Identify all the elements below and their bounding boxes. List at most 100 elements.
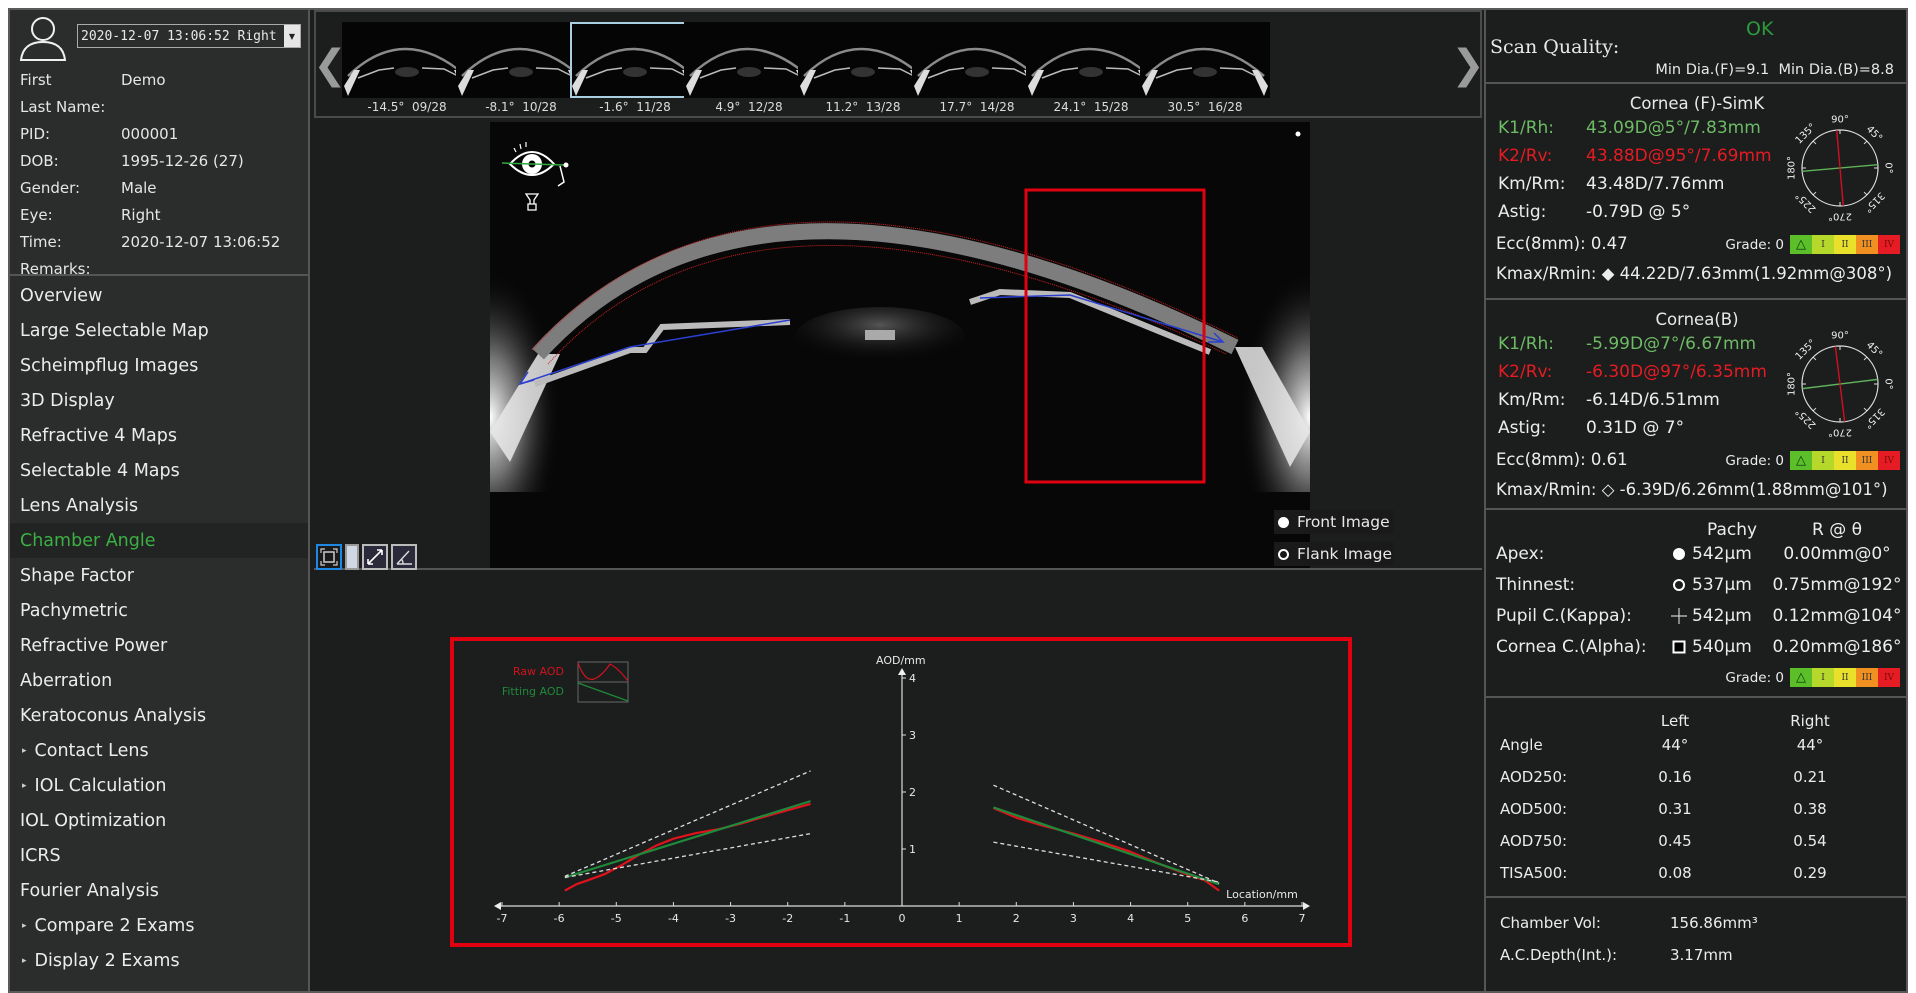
scheimpflug-image[interactable]: [490, 122, 1310, 568]
thumbnail[interactable]: 11.2° 13/28: [798, 22, 928, 114]
sidebar-item-label: 3D Display: [20, 390, 115, 411]
measure-distance-button[interactable]: [362, 544, 388, 570]
thumbnail[interactable]: 30.5° 16/28: [1140, 22, 1270, 114]
expand-arrow-icon: ▸: [22, 745, 27, 756]
exam-selector-dropdown[interactable]: 2020-12-07 13:06:52 Right ▼: [77, 24, 301, 48]
kmax-label: Kmax/Rmin:: [1496, 264, 1597, 283]
thumbnail[interactable]: -1.6° 11/28: [570, 22, 700, 114]
patient-field: First Demo: [20, 66, 306, 93]
sidebar-item-label: Display 2 Exams: [34, 950, 180, 971]
angle-row: AOD250: 0.16 0.21: [1500, 768, 1900, 786]
sidebar-item-shape-factor[interactable]: Shape Factor: [10, 558, 308, 593]
patient-field: Eye: Right: [20, 201, 306, 228]
chamber-angle-section: Left Right Angle 44° 44° AOD250: 0.16 0.21 AOD…: [1486, 698, 1908, 898]
sidebar-item-chamber-angle[interactable]: Chamber Angle: [10, 523, 308, 558]
k1-value: -5.99D@7°/6.67mm: [1586, 334, 1757, 354]
exam-selector-value: 2020-12-07 13:06:52 Right: [81, 28, 277, 44]
cornea-title: Cornea(B): [1655, 310, 1739, 329]
sidebar-item-selectable-4-maps[interactable]: Selectable 4 Maps: [10, 453, 308, 488]
fit-view-button[interactable]: [316, 544, 342, 570]
x-tick-label: -1: [839, 912, 850, 925]
sidebar-item-pachymetric[interactable]: Pachymetric: [10, 593, 308, 628]
scan-quality-label: Scan Quality:: [1490, 36, 1620, 58]
flank-image-radio[interactable]: Flank Image: [1274, 542, 1394, 566]
measure-angle-button[interactable]: [391, 544, 417, 570]
angle-left-value: 44°: [1661, 736, 1689, 754]
scheimpflug-thumbnail-strip: ❮ -14.5° 09/28 -8.1° 10/28 -1.6° 11/28 4.9°…: [313, 10, 1485, 118]
x-tick-label: -3: [725, 912, 736, 925]
pachy-value: 540µm: [1692, 637, 1752, 657]
series-line-lower-bound-right: [993, 841, 1220, 883]
pachy-row: Thinnest: 537µm 0.75mm@192°: [1496, 575, 1906, 595]
sidebar-item-icrs[interactable]: ICRS: [10, 838, 308, 873]
r-theta-header: R @ θ: [1811, 520, 1863, 540]
series-line-upper-bound-right: [993, 784, 1220, 884]
thumbnail[interactable]: 17.7° 14/28: [912, 22, 1042, 114]
pachy-row: Pupil C.(Kappa): 542µm 0.12mm@104°: [1496, 606, 1906, 626]
astig-row: Astig: 0.31D @ 7°: [1498, 418, 1684, 438]
chamber-volume-section: Chamber Vol: 156.86mm³ A.C.Depth(Int.): …: [1486, 898, 1908, 991]
dial-label: 0°: [1883, 162, 1894, 173]
sidebar-item-aberration[interactable]: Aberration: [10, 663, 308, 698]
angle-row: TISA500: 0.08 0.29: [1500, 864, 1900, 882]
angle-row: AOD500: 0.31 0.38: [1500, 800, 1900, 818]
sidebar-item-label: Refractive Power: [20, 635, 168, 656]
thumbnail[interactable]: 4.9° 12/28: [684, 22, 814, 114]
chevron-right-icon[interactable]: ❯: [1451, 42, 1485, 88]
sidebar-item-compare-2-exams[interactable]: ▸ Compare 2 Exams: [10, 908, 308, 943]
sidebar-item-label: Refractive 4 Maps: [20, 425, 177, 446]
sidebar-item-refractive-power[interactable]: Refractive Power: [10, 628, 308, 663]
series-line-raw-aod-left: [564, 802, 811, 892]
sidebar-item-refractive-4-maps[interactable]: Refractive 4 Maps: [10, 418, 308, 453]
grade-segment: △: [1790, 668, 1812, 687]
thumbnail[interactable]: -14.5° 09/28: [342, 22, 472, 114]
dropdown-arrow-icon[interactable]: ▼: [284, 25, 300, 47]
grade-segment: △: [1790, 235, 1812, 254]
patient-field-label: Time:: [20, 232, 62, 251]
sidebar-item-fourier-analysis[interactable]: Fourier Analysis: [10, 873, 308, 908]
grade-segment: III: [1856, 451, 1878, 470]
angle-right-value: 0.38: [1793, 800, 1827, 818]
angle-right-value: 0.21: [1793, 768, 1827, 786]
sidebar-item-large-selectable-map[interactable]: Large Selectable Map: [10, 313, 308, 348]
sidebar-item-keratoconus-analysis[interactable]: Keratoconus Analysis: [10, 698, 308, 733]
k2-row: K2/Rv: -6.30D@97°/6.35mm: [1498, 362, 1767, 382]
sidebar-item-display-2-exams[interactable]: ▸ Display 2 Exams: [10, 943, 308, 978]
measure-angle-icon: [396, 550, 412, 565]
sidebar-item-lens-analysis[interactable]: Lens Analysis: [10, 488, 308, 523]
scan-quality-section: Scan Quality: OK Min Dia.(F)=9.1 Min Dia…: [1486, 10, 1908, 84]
panel-toggle-button[interactable]: [345, 544, 359, 570]
pachy-row-label: Pupil C.(Kappa):: [1496, 606, 1632, 626]
thumbnail-caption: -1.6° 11/28: [599, 100, 671, 114]
patient-field-label: DOB:: [20, 151, 59, 170]
grade-segment: II: [1834, 668, 1856, 687]
sidebar-item-scheimpflug-images[interactable]: Scheimpflug Images: [10, 348, 308, 383]
scan-quality-status: OK: [1746, 18, 1774, 40]
patient-field-label: Gender:: [20, 178, 81, 197]
thumbnail[interactable]: -8.1° 10/28: [456, 22, 586, 114]
thumbnail[interactable]: 24.1° 15/28: [1026, 22, 1156, 114]
astig-value: 0.31D @ 7°: [1586, 418, 1685, 438]
sidebar-item-iol-calculation[interactable]: ▸ IOL Calculation: [10, 768, 308, 803]
sidebar-item-label: Shape Factor: [20, 565, 134, 586]
km-value: 43.48D/7.76mm: [1586, 174, 1725, 194]
angle-right-value: 0.54: [1793, 832, 1827, 850]
thumbnail-caption: 24.1° 15/28: [1053, 100, 1129, 114]
angle-right-value: 0.29: [1793, 864, 1827, 882]
patient-field: Gender: Male: [20, 174, 306, 201]
expand-arrow-icon: ▸: [22, 955, 27, 966]
grade-scale-bar: △ I II III IV: [1790, 668, 1900, 687]
pachy-value: 542µm: [1692, 606, 1752, 626]
chevron-left-icon[interactable]: ❮: [313, 42, 347, 88]
x-tick-label: -7: [497, 912, 508, 925]
ecc-row: Ecc(8mm): 0.61: [1496, 450, 1628, 469]
sidebar: 2020-12-07 13:06:52 Right ▼ First Demo Las…: [10, 10, 310, 991]
astig-value: -0.79D @ 5°: [1586, 202, 1691, 222]
sidebar-item-overview[interactable]: Overview: [10, 278, 308, 313]
front-image-radio[interactable]: Front Image: [1274, 510, 1394, 534]
sidebar-item-iol-optimization[interactable]: IOL Optimization: [10, 803, 308, 838]
sidebar-item-contact-lens[interactable]: ▸ Contact Lens: [10, 733, 308, 768]
grade-segment: △: [1790, 451, 1812, 470]
sidebar-item-3d-display[interactable]: 3D Display: [10, 383, 308, 418]
angle-left-value: 0.45: [1658, 832, 1692, 850]
